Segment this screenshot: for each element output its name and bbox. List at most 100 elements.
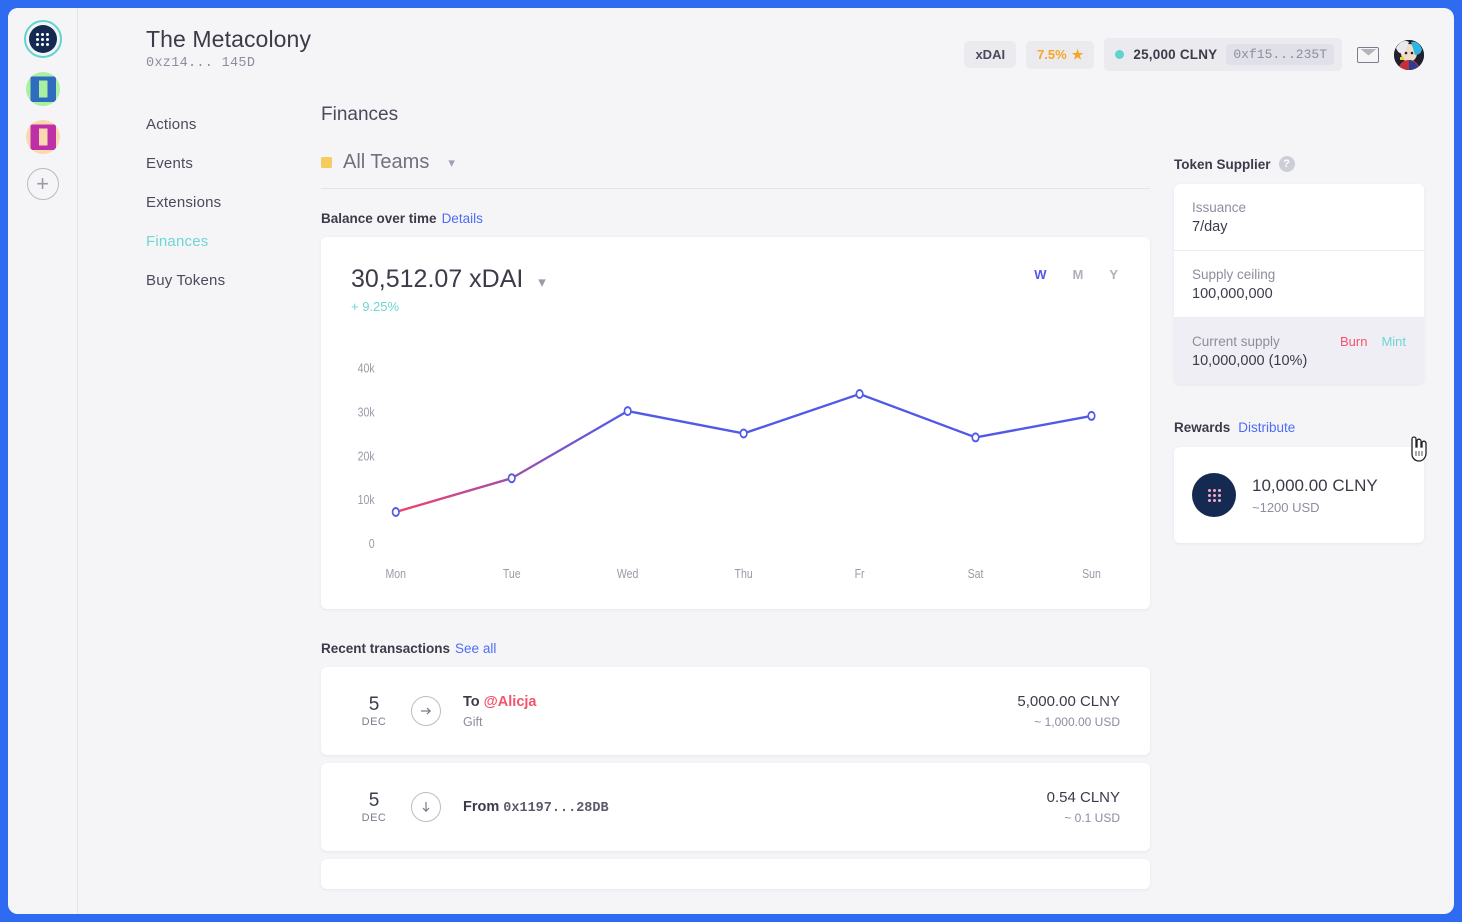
balance-value-row[interactable]: 30,512.07 xDAI ▾	[351, 265, 1120, 294]
tx-amount: 0.54 CLNY	[1046, 789, 1120, 806]
range-option-m[interactable]: M	[1072, 267, 1083, 282]
network-chip[interactable]: xDAI	[964, 41, 1017, 68]
balance-heading-text: Balance over time	[321, 211, 437, 226]
supplier-row-supply-ceiling: Supply ceiling 100,000,000	[1174, 251, 1424, 318]
question-mark-icon[interactable]: ?	[1278, 156, 1295, 172]
chart-data-point	[971, 432, 980, 443]
balance-line-chart: 40k 30k 20k 10k 0 Mon Tue Wed Thu Fr Sat Sun	[321, 337, 1150, 592]
supplier-label: Current supply	[1192, 334, 1280, 349]
team-selector[interactable]: All Teams ▾	[321, 151, 1150, 189]
transactions-section-heading: Recent transactions See all	[321, 641, 1150, 656]
rewards-amount-usd: ~1200 USD	[1252, 499, 1320, 515]
wallet-balance: 25,000 CLNY	[1133, 47, 1218, 62]
balance-value: 30,512.07 xDAI	[351, 265, 524, 293]
supplier-value: 10,000,000 (10%)	[1192, 353, 1308, 369]
range-option-y[interactable]: Y	[1109, 267, 1118, 282]
tx-counterparty[interactable]: 0x1197...28DB	[503, 801, 608, 816]
nav-item-buy-tokens[interactable]: Buy Tokens	[146, 272, 321, 289]
page-title: Finances	[321, 104, 399, 125]
x-axis-tick: Wed	[617, 566, 639, 581]
chevron-down-icon: ▾	[448, 154, 455, 170]
chevron-down-icon: ▾	[538, 274, 546, 291]
supplier-row-current-supply[interactable]: Current supply Burn Mint 10,000,000 (10%…	[1174, 318, 1424, 384]
tx-counterparty-row: From 0x1197...28DB	[463, 799, 1047, 816]
top-right-controls: xDAI 7.5% ★ 25,000 CLNY 0xf15...235T	[964, 26, 1424, 71]
y-axis-tick: 20k	[358, 448, 375, 463]
table-row[interactable]: 5 DEC To @Alicja Gift 5,000.00 CLNY ~ 1,…	[321, 667, 1150, 755]
rate-value: 7.5%	[1037, 47, 1067, 62]
x-axis-tick: Mon	[386, 566, 407, 581]
tx-day: 5	[368, 694, 380, 715]
x-axis-tick: Tue	[503, 566, 521, 581]
section-nav: Actions Events Extensions Finances Buy T…	[146, 104, 321, 889]
supplier-value: 7/day	[1192, 219, 1228, 235]
rewards-title: Rewards	[1174, 420, 1231, 435]
transactions-heading-text: Recent transactions	[321, 641, 451, 656]
tx-amounts: 0.54 CLNY ~ 0.1 USD	[1047, 789, 1120, 825]
tx-note: Gift	[463, 714, 483, 729]
range-toggle: W M Y	[1034, 267, 1118, 282]
right-column: Token Supplier ? Issuance 7/day Supply c…	[1174, 104, 1424, 889]
details-link[interactable]: Details	[442, 211, 483, 226]
balance-delta: + 9.25%	[351, 299, 400, 314]
envelope-icon[interactable]	[1357, 46, 1379, 63]
range-option-w[interactable]: W	[1034, 267, 1046, 282]
rewards-heading: Rewards Distribute	[1174, 420, 1424, 435]
chart-data-point	[623, 406, 632, 417]
supplier-label-row: Current supply Burn Mint	[1192, 334, 1406, 349]
nav-item-actions[interactable]: Actions	[146, 116, 321, 133]
tx-amount-usd: ~ 0.1 USD	[1064, 811, 1120, 825]
colony-title-block: The Metacolony 0xz14... 145D	[146, 26, 964, 71]
tx-counterparty[interactable]: @Alicja	[484, 694, 537, 710]
see-all-link[interactable]: See all	[455, 641, 496, 656]
add-colony-button[interactable]: +	[26, 168, 59, 200]
colony-name: The Metacolony	[146, 26, 312, 52]
distribute-link[interactable]: Distribute	[1238, 420, 1295, 435]
y-axis-tick: 10k	[358, 492, 375, 507]
mint-button[interactable]: Mint	[1381, 334, 1406, 349]
tx-month: DEC	[361, 716, 387, 728]
chart-data-point	[1087, 410, 1096, 421]
chart-data-point	[855, 388, 864, 399]
tx-direction: To	[463, 693, 480, 710]
chart-data-point	[391, 506, 400, 517]
star-icon: ★	[1071, 46, 1084, 62]
team-color-swatch-icon	[321, 157, 332, 168]
x-axis-tick: Fr	[855, 566, 865, 581]
user-avatar[interactable]	[1394, 39, 1424, 70]
wallet-chip[interactable]: 25,000 CLNY 0xf15...235T	[1104, 38, 1342, 71]
balance-section-heading: Balance over time Details	[321, 211, 1150, 226]
x-axis-tick: Thu	[735, 566, 753, 581]
rate-chip[interactable]: 7.5% ★	[1026, 40, 1095, 69]
tx-date: 5 DEC	[351, 790, 397, 824]
chart-line	[395, 392, 1092, 514]
colony-address[interactable]: 0xz14... 145D	[146, 56, 964, 71]
x-axis-tick: Sat	[968, 566, 984, 581]
nav-item-finances[interactable]: Finances	[146, 233, 321, 250]
nav-item-events[interactable]: Events	[146, 155, 321, 172]
tx-details: To @Alicja Gift	[463, 694, 1017, 729]
y-axis-tick: 40k	[358, 360, 375, 375]
arrow-down-icon	[411, 792, 441, 822]
dot-grid-icon	[36, 32, 49, 46]
colony-logo-icon[interactable]	[23, 20, 62, 58]
x-axis-tick: Sun	[1082, 566, 1101, 581]
colony-avatar-green-icon[interactable]	[25, 72, 60, 106]
table-row-partial[interactable]	[321, 859, 1150, 889]
token-supplier-title: Token Supplier	[1174, 156, 1271, 172]
rewards-card[interactable]: 10,000.00 CLNY ~1200 USD	[1174, 447, 1424, 543]
colony-avatar-pink-icon[interactable]	[25, 120, 60, 154]
colony-rail: +	[8, 8, 78, 914]
wallet-address: 0xf15...235T	[1226, 44, 1334, 65]
balance-chart-card: 30,512.07 xDAI ▾ + 9.25% W M Y 40k 30k 20k…	[321, 237, 1150, 609]
burn-button[interactable]: Burn	[1340, 334, 1367, 349]
nav-item-extensions[interactable]: Extensions	[146, 194, 321, 211]
table-row[interactable]: 5 DEC From 0x1197...28DB 0.54 CLNY ~ 0.1…	[321, 763, 1150, 851]
chart-data-point	[739, 428, 748, 439]
tx-date: 5 DEC	[351, 694, 397, 728]
supplier-label: Supply ceiling	[1192, 267, 1276, 282]
colony-token-icon	[1192, 473, 1236, 517]
page: The Metacolony 0xz14... 145D xDAI 7.5% ★…	[78, 8, 1454, 914]
tx-details: From 0x1197...28DB	[463, 799, 1047, 816]
supplier-label: Issuance	[1192, 200, 1247, 215]
